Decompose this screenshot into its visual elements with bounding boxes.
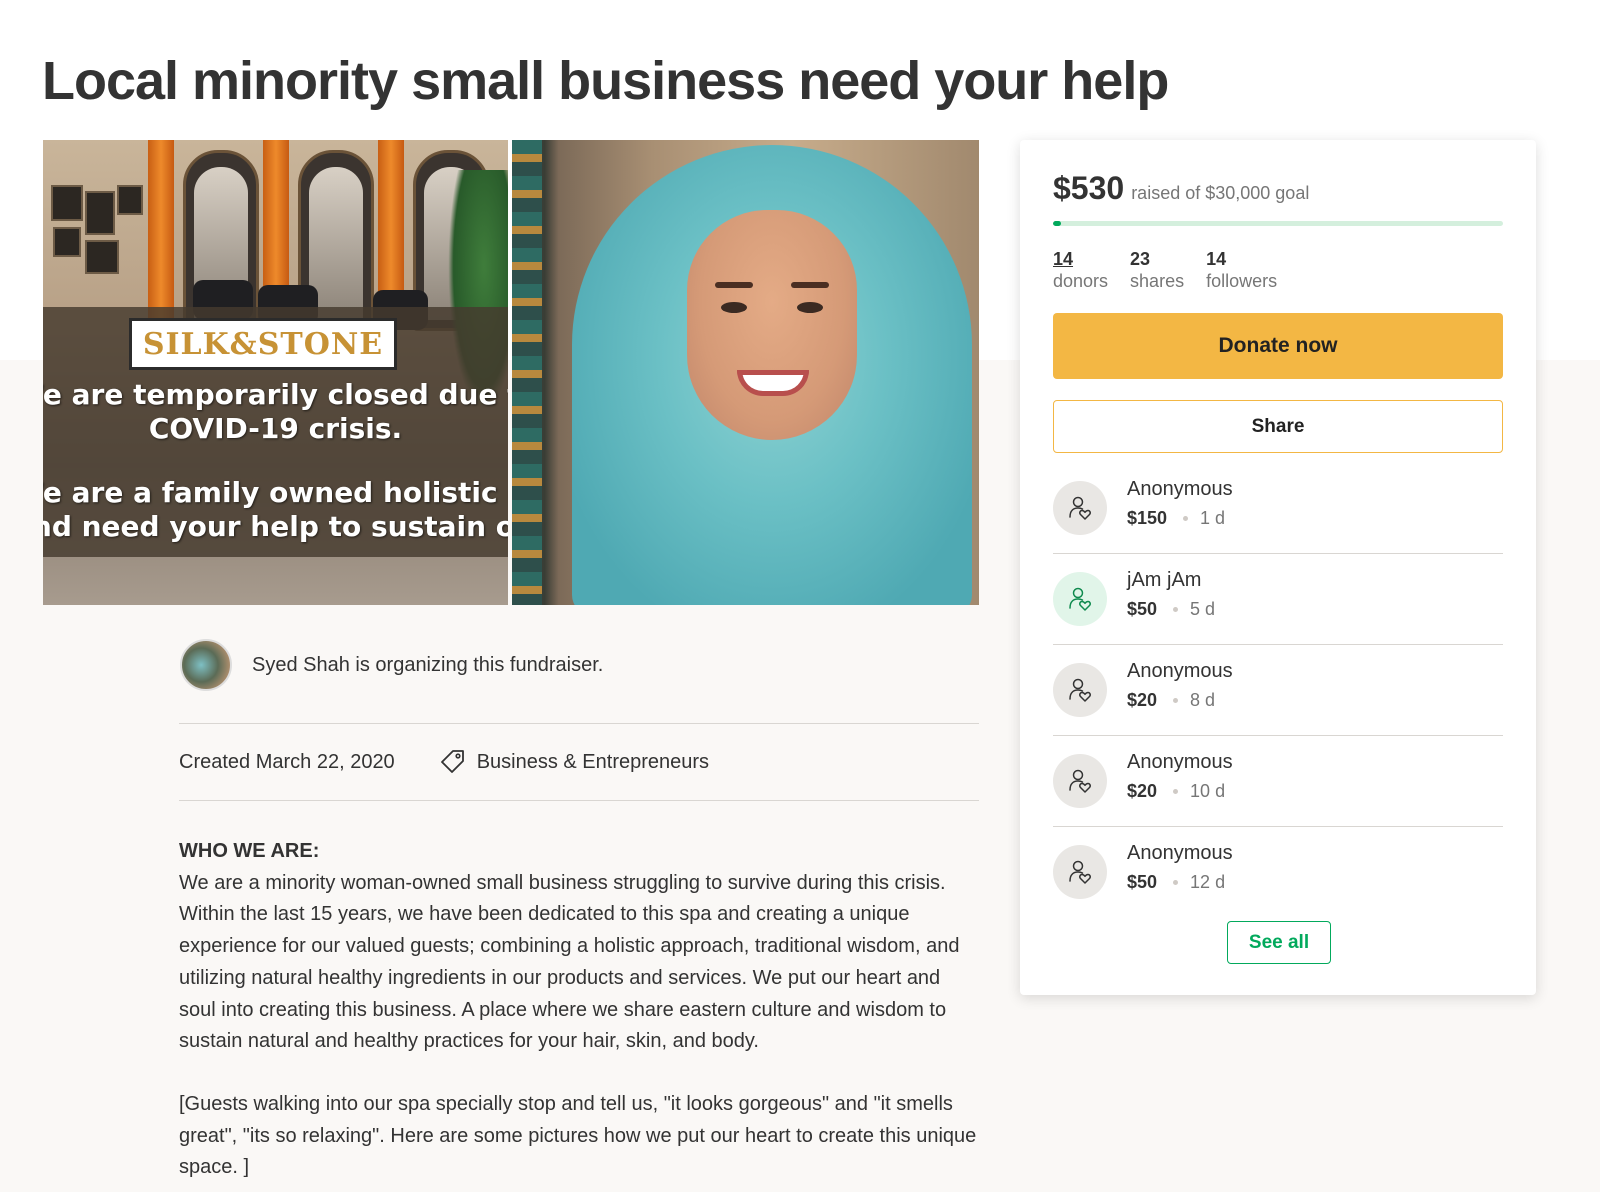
page-title: Local minority small business need your … — [42, 51, 1169, 111]
donation-item: jAm jAm $50 5 d — [1053, 554, 1503, 645]
donation-amount: $50 — [1127, 872, 1158, 892]
goal-text: raised of $30,000 goal — [1131, 183, 1310, 203]
divider — [179, 800, 979, 801]
category-link[interactable]: Business & Entrepreneurs — [439, 748, 709, 776]
share-button[interactable]: Share — [1053, 400, 1503, 453]
stats-row: 14 donors 23 shares 14 followers — [1053, 248, 1299, 292]
donor-heart-icon — [1053, 481, 1107, 535]
donate-now-button[interactable]: Donate now — [1053, 313, 1503, 379]
story-paragraph-1: We are a minority woman-owned small busi… — [179, 871, 960, 1053]
donation-time: 1 d — [1200, 508, 1226, 528]
see-all-button[interactable]: See all — [1227, 921, 1331, 964]
donor-heart-icon — [1053, 754, 1107, 808]
donor-name: Anonymous — [1127, 660, 1233, 682]
stat-donors[interactable]: 14 donors — [1053, 248, 1108, 292]
donation-card: $530 raised of $30,000 goal 14 donors 23… — [1020, 140, 1536, 995]
divider — [179, 723, 979, 724]
donation-item: Anonymous $20 10 d — [1053, 736, 1503, 827]
donation-item: Anonymous $50 12 d — [1053, 827, 1503, 918]
donation-item: Anonymous $20 8 d — [1053, 645, 1503, 736]
donor-name: jAm jAm — [1127, 569, 1202, 591]
story-paragraph-2: [Guests walking into our spa specially s… — [179, 1092, 977, 1179]
donor-name: Anonymous — [1127, 842, 1233, 864]
donation-item: Anonymous $150 1 d — [1053, 463, 1503, 554]
donor-heart-icon — [1053, 663, 1107, 717]
organizer-avatar[interactable] — [180, 639, 232, 691]
overlay-line-4: and need your help to sustain our busine… — [43, 510, 508, 543]
overlay-line-2: COVID-19 crisis. — [148, 412, 403, 445]
raised-amount: $530 — [1053, 170, 1125, 206]
donor-name: Anonymous — [1127, 751, 1233, 773]
progress-bar — [1053, 221, 1503, 226]
stat-shares: 23 shares — [1130, 249, 1185, 291]
donor-heart-icon — [1053, 845, 1107, 899]
donation-time: 8 d — [1190, 690, 1216, 710]
organizer-row: Syed Shah is organizing this fundraiser. — [180, 638, 603, 692]
donation-time: 5 d — [1190, 599, 1216, 619]
progress-fill — [1053, 221, 1061, 226]
donation-time: 10 d — [1190, 781, 1226, 801]
created-date: Created March 22, 2020 — [179, 750, 395, 773]
donor-heart-icon — [1053, 572, 1107, 626]
overlay-line-3: We are a family owned holistic day spa — [43, 476, 508, 509]
donation-amount: $50 — [1127, 599, 1158, 619]
donation-time: 12 d — [1190, 872, 1226, 892]
overlay-line-1: We are temporarily closed due to — [43, 378, 508, 411]
tag-icon — [440, 750, 464, 773]
silk-stone-logo: SILK&STONE — [129, 318, 397, 370]
story: WHO WE ARE: We are a minority woman-owne… — [179, 836, 979, 1184]
hero-gallery: SILK&STONE We are temporarily closed due… — [43, 140, 979, 605]
stat-followers: 14 followers — [1206, 249, 1278, 291]
category-label: Business & Entrepreneurs — [476, 750, 710, 773]
organizer-photo[interactable] — [512, 140, 979, 605]
organizer-text: Syed Shah is organizing this fundraiser. — [252, 653, 604, 676]
donor-name: Anonymous — [1127, 478, 1233, 500]
spa-photo[interactable]: SILK&STONE We are temporarily closed due… — [43, 140, 508, 605]
raised-summary: $530 raised of $30,000 goal — [1053, 170, 1309, 207]
donation-amount: $150 — [1127, 508, 1168, 528]
wall-frames — [43, 185, 143, 295]
fundraiser-meta: Created March 22, 2020 Business & Entrep… — [179, 748, 709, 776]
donation-amount: $20 — [1127, 690, 1158, 710]
story-heading: WHO WE ARE: — [179, 840, 320, 862]
donation-amount: $20 — [1127, 781, 1158, 801]
